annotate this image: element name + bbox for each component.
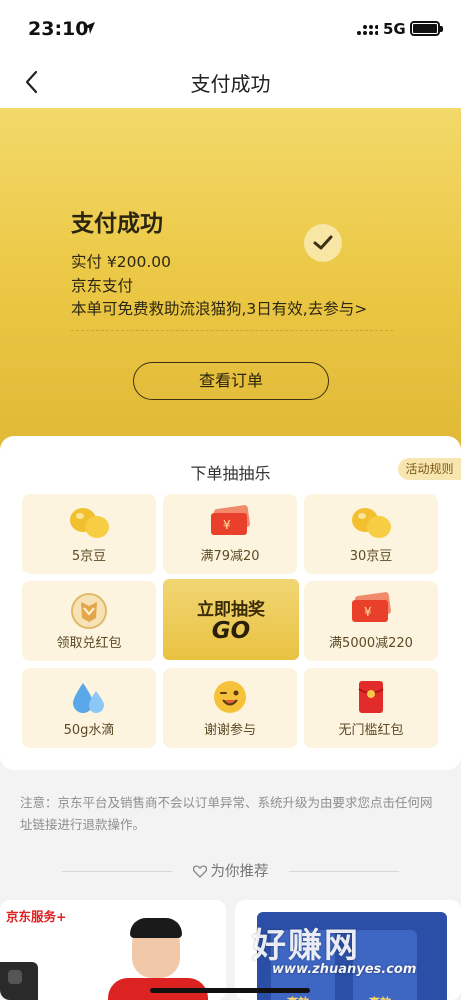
svg-text:¥: ¥ (364, 605, 372, 619)
wink-face-icon (214, 681, 246, 713)
person-hair-image (130, 918, 182, 938)
beans-icon (352, 508, 391, 538)
page-title: 支付成功 (190, 72, 271, 96)
recommend-header: 为你推荐 (0, 860, 461, 882)
package-badge: 高效 (369, 994, 391, 1000)
battery-icon (410, 21, 443, 36)
beans-icon (70, 508, 109, 538)
payment-success-banner: 支付成功 实付 ¥200.00 京东支付 本单可免费救助流浪猫狗,3日有效,去参… (0, 108, 461, 480)
water-drop-icon (73, 683, 104, 713)
security-notice: 注意：京东平台及销售商不会以订单异常、系统升级为由要求您点击任何网址链接进行退款… (20, 795, 433, 832)
draw-now-label: 立即抽奖 (197, 600, 265, 620)
watermark-url: www.zhuanyes.com (272, 962, 417, 977)
prize-label: 无门槛红包 (338, 723, 404, 738)
prize-cell[interactable]: 领取兑红包 (22, 581, 156, 661)
view-order-button[interactable]: 查看订单 (133, 362, 329, 400)
prize-label: 30京豆 (349, 549, 393, 564)
signal-icon (357, 25, 378, 35)
heart-icon (192, 865, 207, 878)
prize-cell[interactable]: ¥ 满79减20 (163, 494, 297, 574)
activity-rules-button[interactable]: 活动规则 (398, 458, 461, 480)
watermark-text: 好赚网 (252, 926, 360, 966)
nav-bar: 支付成功 (0, 56, 461, 108)
lottery-title: 下单抽抽乐 (190, 464, 271, 483)
prize-cell[interactable]: 30京豆 (304, 494, 438, 574)
status-time: 23:10 (28, 18, 89, 40)
paid-amount: 实付 ¥200.00 (71, 253, 172, 271)
payment-method: 京东支付 (71, 277, 134, 295)
location-arrow-icon (83, 22, 95, 34)
coupon-icon: ¥ (211, 505, 250, 535)
check-icon (304, 224, 342, 262)
recommend-title: 为你推荐 (210, 864, 269, 880)
divider-right (289, 871, 399, 872)
network-type: 5G (383, 20, 406, 38)
product-card[interactable]: 京东服务+ (0, 900, 226, 1000)
prize-label: 谢谢参与 (203, 723, 256, 738)
prize-label: 领取兑红包 (56, 636, 122, 651)
divider (71, 330, 393, 331)
status-bar: 23:10 5G (0, 0, 461, 56)
phone-image (0, 962, 38, 1000)
prize-label: 满5000减220 (329, 636, 413, 651)
charity-promo-link[interactable]: 本单可免费救助流浪猫狗,3日有效,去参与> (71, 297, 367, 319)
prize-grid: 5京豆 ¥ 满79减20 30京豆 领取兑红包 立即抽奖 GO ¥ 满5000减… (22, 494, 439, 750)
success-heading: 支付成功 (71, 211, 163, 237)
prize-label: 满79减20 (200, 549, 260, 564)
draw-now-button[interactable]: 立即抽奖 GO (163, 579, 299, 660)
prize-cell[interactable]: ¥ 满5000减220 (304, 581, 438, 661)
lottery-card: 下单抽抽乐 活动规则 5京豆 ¥ 满79减20 30京豆 领取兑红包 立即抽奖 … (0, 436, 461, 770)
prize-cell[interactable]: 无门槛红包 (304, 668, 438, 748)
red-envelope-icon (358, 681, 384, 713)
red-envelope-badge-icon (71, 593, 107, 629)
product-brand: 京东服务+ (6, 909, 67, 924)
coupon-icon: ¥ (352, 592, 391, 622)
prize-cell[interactable]: 50g水滴 (22, 668, 156, 748)
package-badge: 高效 (287, 994, 309, 1000)
prize-cell[interactable]: 5京豆 (22, 494, 156, 574)
home-indicator[interactable] (150, 988, 310, 993)
go-label: GO (211, 618, 251, 644)
svg-text:¥: ¥ (223, 518, 231, 532)
prize-label: 50g水滴 (63, 723, 115, 738)
prize-cell[interactable]: 谢谢参与 (163, 668, 297, 748)
prize-label: 5京豆 (71, 549, 107, 564)
